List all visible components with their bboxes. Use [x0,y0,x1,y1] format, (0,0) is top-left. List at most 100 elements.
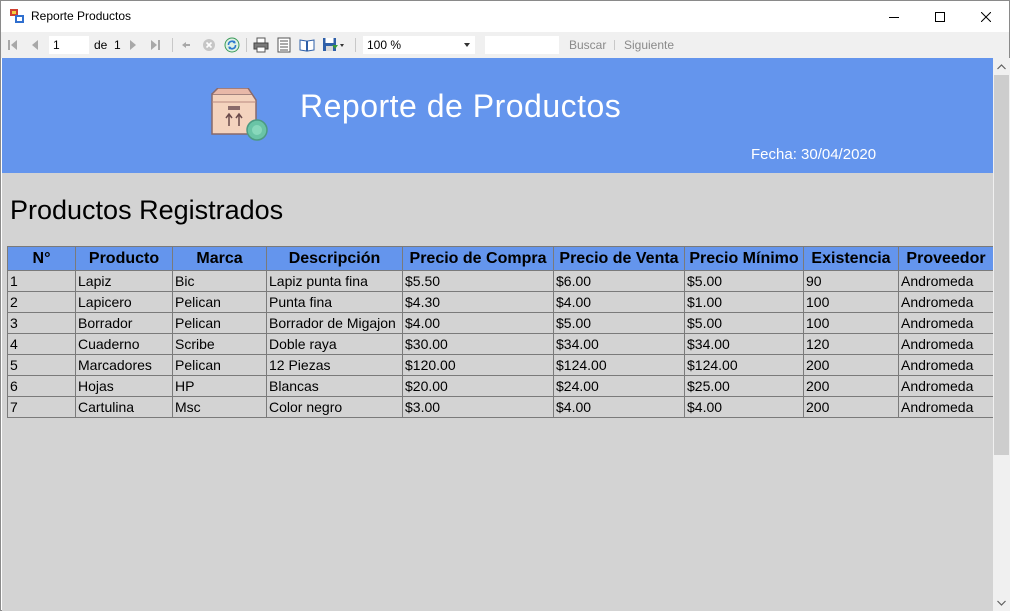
table-row: 5 Marcadores Pelican 12 Piezas $120.00 $124.0… [7,354,993,376]
column-header: Precio de Compra [402,246,554,271]
table-row: 3 Borrador Pelican Borrador de Migajon $4.00… [7,312,993,334]
table-cell: 100 [803,312,899,334]
table-cell: 7 [7,396,76,418]
table-cell: $124.00 [684,354,804,376]
app-icon [10,9,24,23]
vertical-scrollbar[interactable] [993,58,1010,611]
page-setup-button[interactable] [299,37,315,53]
window-title: Reporte Productos [31,9,132,23]
export-button[interactable] [322,37,346,53]
next-page-button[interactable] [125,37,141,53]
table-cell: Blancas [266,375,403,397]
stop-button[interactable] [201,37,217,53]
table-cell: $34.00 [553,333,685,355]
table-row: 2 Lapicero Pelican Punta fina $4.30 $4.00 $1.0… [7,291,993,313]
back-arrow-icon [182,42,190,48]
table-cell: $5.50 [402,270,554,292]
table-cell: Punta fina [266,291,403,313]
scroll-down-button[interactable] [993,594,1010,611]
table-cell: $1.00 [684,291,804,313]
toolbar-separator [172,38,173,52]
report-title: Reporte de Productos [300,88,622,124]
table-cell: Doble raya [266,333,403,355]
print-layout-icon [277,37,291,53]
book-icon [299,39,315,52]
table-cell: Andromeda [898,291,993,313]
table-header-row: N° Producto Marca Descripción Precio de Comp… [7,246,993,271]
page-number-input[interactable] [49,36,89,54]
title-bar: Reporte Productos [1,1,1009,32]
table-row: 4 Cuaderno Scribe Doble raya $30.00 $34.00 $34… [7,333,993,355]
table-cell: 200 [803,354,899,376]
scrollbar-thumb[interactable] [994,75,1009,455]
minimize-button[interactable] [871,1,917,32]
table-row: 1 Lapiz Bic Lapiz punta fina $5.50 $6.00 $5.00… [7,270,993,292]
chevron-up-icon [997,63,1006,69]
table-cell: $30.00 [402,333,554,355]
table-cell: $4.30 [402,291,554,313]
report-viewer-window: Reporte Productos de 1 [0,0,1010,611]
refresh-button[interactable] [224,37,240,53]
chevron-down-icon [997,600,1006,606]
previous-page-button[interactable] [27,37,43,53]
toolbar-separator [614,40,615,50]
chevron-down-icon [464,43,470,47]
back-button[interactable] [178,37,194,53]
column-header: Marca [172,246,267,271]
search-input[interactable] [485,36,559,54]
product-box-icon [211,88,268,141]
table-cell: Cuaderno [75,333,173,355]
report-toolbar: de 1 100 % [1,32,1009,58]
table-cell: Lapiz [75,270,173,292]
first-page-icon [8,40,17,50]
maximize-button[interactable] [917,1,963,32]
table-cell: Lapiz punta fina [266,270,403,292]
table-cell: $124.00 [553,354,685,376]
table-cell: Pelican [172,291,267,313]
toolbar-separator [246,38,247,52]
close-icon [981,11,991,22]
table-cell: $6.00 [553,270,685,292]
toolbar-separator [355,38,356,52]
column-header: N° [7,246,76,271]
section-title: Productos Registrados [10,195,284,225]
of-label: de [94,38,108,52]
table-cell: HP [172,375,267,397]
save-export-icon [323,38,344,51]
table-cell: $4.00 [684,396,804,418]
zoom-select[interactable]: 100 % [363,36,475,54]
first-page-button[interactable] [5,37,21,53]
column-header: Existencia [803,246,899,271]
table-cell: Color negro [266,396,403,418]
last-page-button[interactable] [147,37,163,53]
table-cell: Andromeda [898,333,993,355]
next-page-icon [130,40,136,50]
table-cell: $120.00 [402,354,554,376]
print-layout-button[interactable] [276,37,292,53]
table-cell: Andromeda [898,354,993,376]
table-cell: 4 [7,333,76,355]
print-button[interactable] [253,37,269,53]
report-date: Fecha: 30/04/2020 [751,146,877,163]
find-link[interactable]: Buscar [569,38,606,52]
zoom-value: 100 % [367,38,402,52]
table-cell: Borrador de Migajon [266,312,403,334]
close-button[interactable] [963,1,1009,32]
table-cell: Andromeda [898,375,993,397]
table-cell: Msc [172,396,267,418]
column-header: Precio Mínimo [684,246,804,271]
scroll-up-button[interactable] [993,58,1010,75]
report-header-banner: Reporte de Productos Fecha: 30/04/2020 [2,58,993,173]
table-row: 7 Cartulina Msc Color negro $3.00 $4.00 $4.00 2… [7,396,993,418]
table-cell: 2 [7,291,76,313]
table-cell: $5.00 [684,270,804,292]
maximize-icon [935,11,945,22]
find-next-link[interactable]: Siguiente [624,38,674,52]
table-cell: Cartulina [75,396,173,418]
table-cell: Andromeda [898,312,993,334]
column-header: Producto [75,246,173,271]
table-row: 6 Hojas HP Blancas $20.00 $24.00 $25.00 200 Andr… [7,375,993,397]
table-cell: Pelican [172,312,267,334]
last-page-icon [151,40,160,50]
printer-icon [253,37,269,53]
